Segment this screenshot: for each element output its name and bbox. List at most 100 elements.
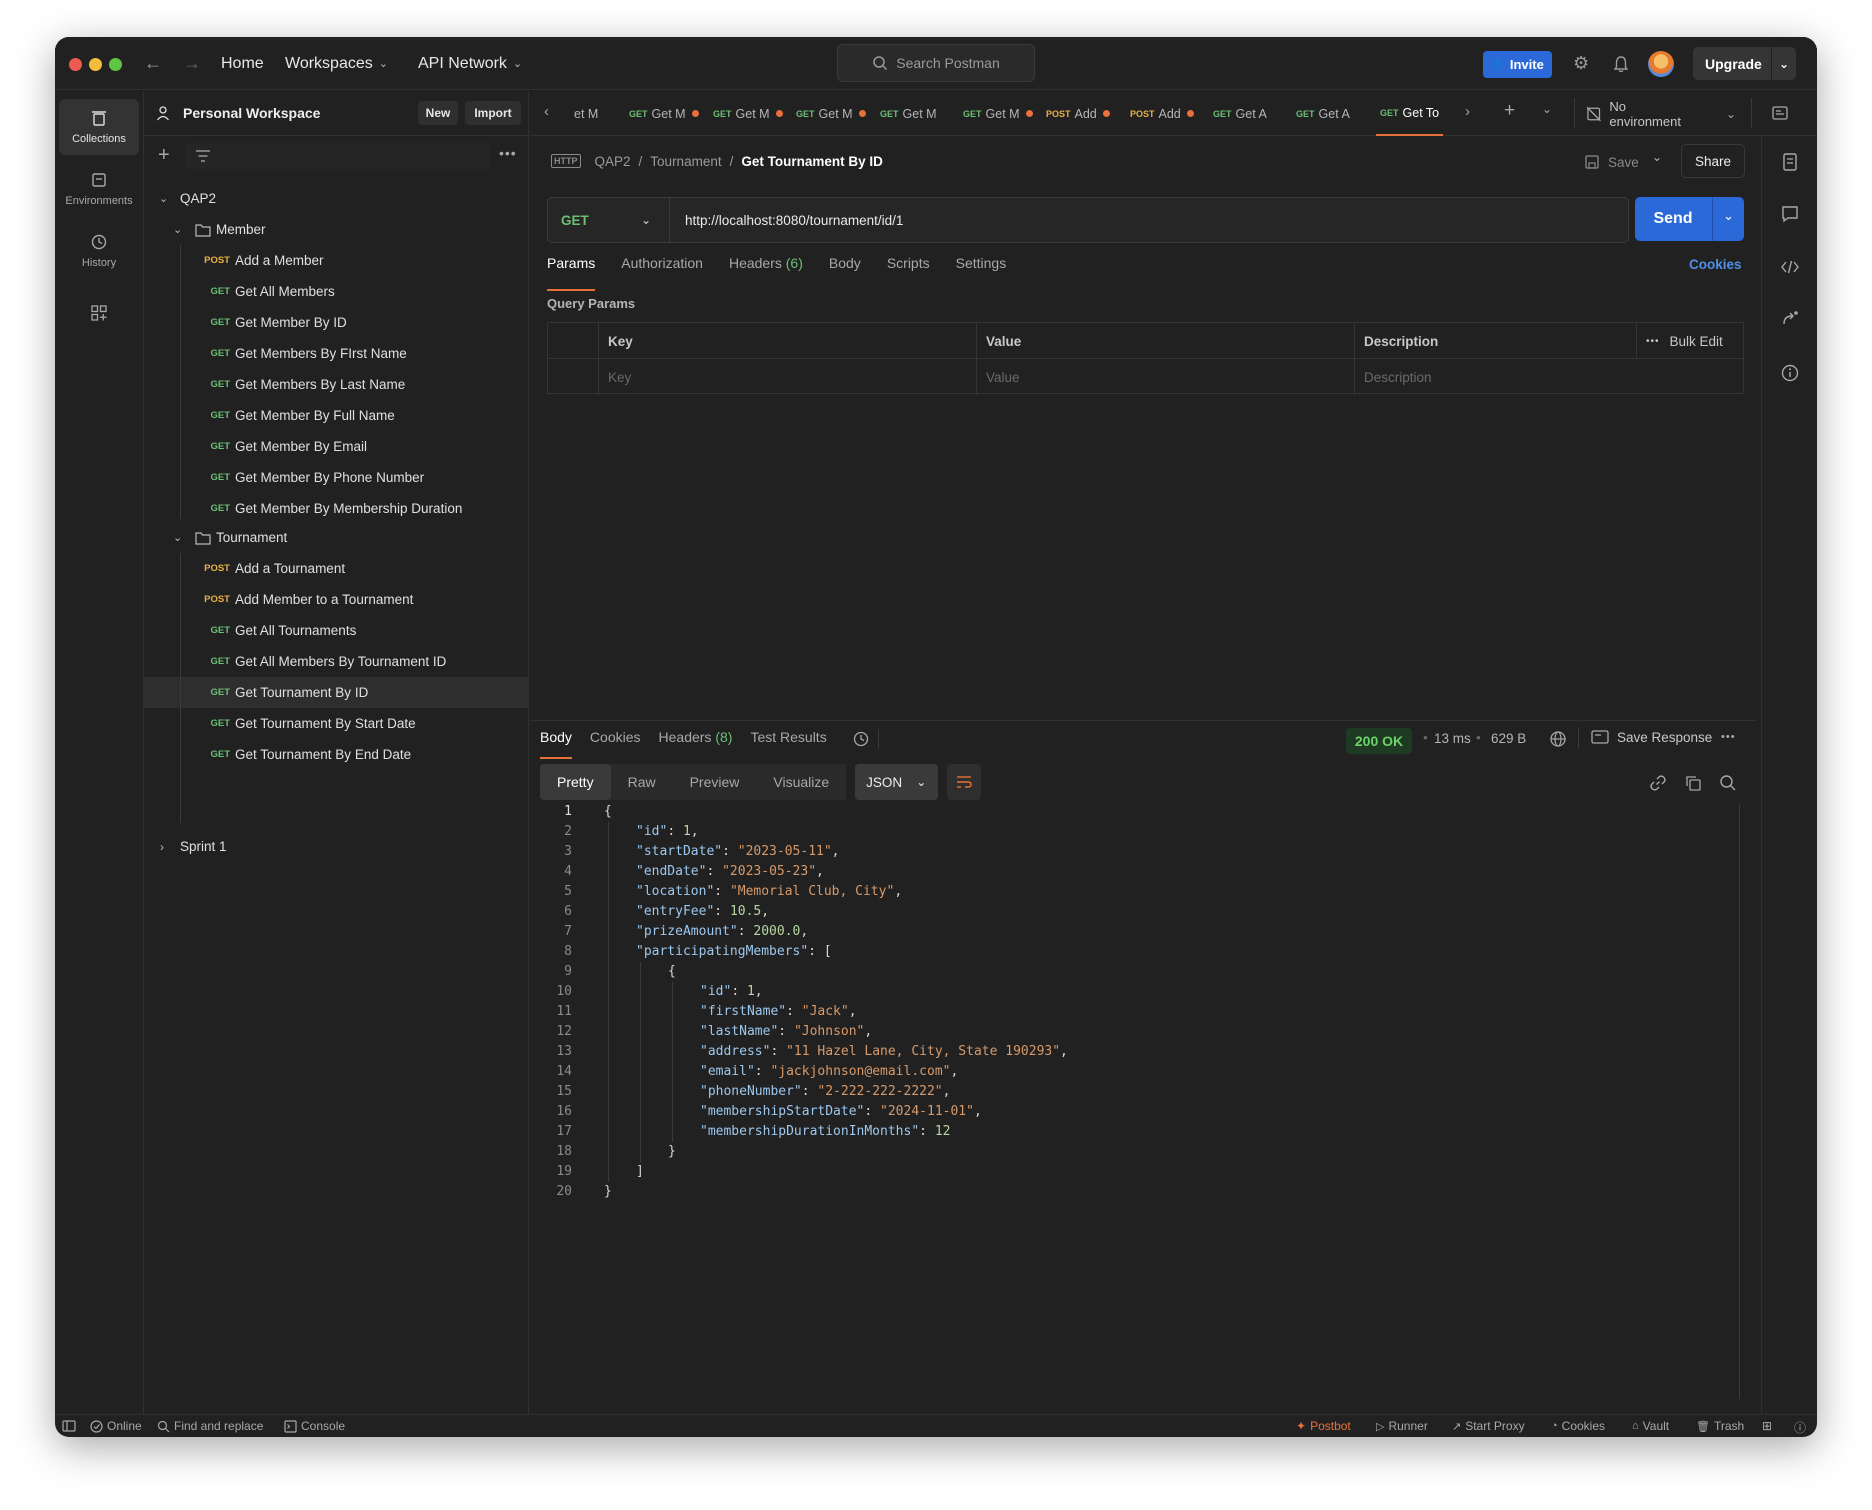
import-button[interactable]: Import	[465, 101, 521, 125]
forward-arrow-icon[interactable]: →	[183, 37, 201, 90]
request-tab[interactable]: GET Get M	[792, 91, 867, 136]
link-icon[interactable]	[1649, 774, 1667, 792]
request-tab[interactable]: POST Add	[1126, 91, 1201, 136]
trash-button[interactable]: 🗑 Trash	[1696, 1419, 1744, 1433]
maximize-window-button[interactable]	[109, 58, 122, 71]
breadcrumb-collection[interactable]: QAP2	[595, 154, 631, 169]
history-clock-icon[interactable]	[852, 730, 870, 748]
minimize-window-button[interactable]	[89, 58, 102, 71]
add-collection-icon[interactable]: +	[158, 144, 170, 167]
view-visualize[interactable]: Visualize	[756, 764, 847, 800]
avatar[interactable]	[1648, 37, 1674, 90]
console-button[interactable]: Console	[284, 1419, 345, 1433]
response-tab-headers[interactable]: Headers (8)	[659, 729, 733, 759]
response-tab-test-results[interactable]: Test Results	[750, 729, 826, 759]
request-item[interactable]: GET Get Members By Last Name	[144, 369, 529, 400]
response-time[interactable]: 13 ms	[1434, 731, 1471, 746]
online-status[interactable]: Online	[90, 1419, 142, 1433]
search-icon[interactable]	[1719, 774, 1737, 792]
request-item[interactable]: GET Get Member By Membership Duration	[144, 493, 529, 524]
search-bar[interactable]: Search Postman	[837, 44, 1035, 82]
request-item[interactable]: GET Get All Tournaments	[144, 615, 529, 646]
close-window-button[interactable]	[69, 58, 82, 71]
postbot-button[interactable]: ✦ Postbot	[1296, 1419, 1351, 1433]
request-item[interactable]: POST Add Member to a Tournament	[144, 584, 529, 615]
folder-member[interactable]: ⌄ Member	[144, 214, 529, 245]
code-snippet-icon[interactable]	[1780, 257, 1800, 277]
tab-headers[interactable]: Headers (6)	[729, 255, 803, 291]
rail-more-apps[interactable]	[59, 285, 139, 341]
find-replace-button[interactable]: Find and replace	[157, 1419, 263, 1433]
new-button[interactable]: New	[418, 101, 458, 125]
chevron-down-icon[interactable]: ⌄	[1542, 102, 1552, 116]
view-raw[interactable]: Raw	[610, 764, 673, 800]
request-item[interactable]: GET Get Tournament By ID	[144, 677, 529, 708]
view-pretty[interactable]: Pretty	[540, 764, 611, 800]
request-item[interactable]: GET Get Member By ID	[144, 307, 529, 338]
api-network-menu[interactable]: API Network ⌄	[418, 37, 522, 90]
key-input[interactable]: Key	[598, 359, 976, 395]
wrap-lines-button[interactable]	[947, 764, 982, 800]
bulk-edit-button[interactable]: ••• Bulk Edit	[1636, 323, 1744, 359]
response-body-code[interactable]: 1{2 "id": 1, 3 "startDate": "2023-05-11", 4 "…	[540, 802, 1735, 1202]
copy-icon[interactable]	[1684, 774, 1702, 792]
vault-button[interactable]: ⌂ Vault	[1632, 1419, 1669, 1433]
environment-selector[interactable]: No environment ⌄	[1586, 91, 1736, 136]
response-tab-body[interactable]: Body	[540, 729, 572, 759]
method-select[interactable]: GET ⌄	[548, 198, 670, 242]
collection-sprint-1[interactable]: › Sprint 1	[144, 831, 529, 862]
environment-quick-look-icon[interactable]	[1771, 104, 1789, 122]
request-tab[interactable]: GET Get M	[625, 91, 700, 136]
status-badge[interactable]: 200 OK	[1346, 728, 1412, 754]
request-item[interactable]: GET Get All Members	[144, 276, 529, 307]
view-preview[interactable]: Preview	[672, 764, 757, 800]
request-item[interactable]: GET Get Tournament By End Date	[144, 739, 529, 770]
notifications-bell-icon[interactable]	[1613, 37, 1629, 90]
request-item[interactable]: POST Add a Member	[144, 245, 529, 276]
request-tab[interactable]: GET Get M	[959, 91, 1034, 136]
request-tab[interactable]: GET Get A	[1209, 91, 1284, 136]
layout-grid-icon[interactable]: ⊞	[1762, 1419, 1772, 1433]
cookies-button[interactable]: ◔ Cookies	[1551, 1419, 1605, 1433]
documentation-icon[interactable]	[1780, 152, 1800, 172]
response-size[interactable]: 629 B	[1491, 731, 1526, 746]
filter-input[interactable]	[185, 143, 490, 169]
more-options-icon[interactable]: •••	[499, 145, 517, 161]
upgrade-button[interactable]: Upgrade ⌄	[1693, 47, 1796, 80]
request-item[interactable]: GET Get Member By Phone Number	[144, 462, 529, 493]
request-item[interactable]: GET Get Member By Full Name	[144, 400, 529, 431]
folder-tournament[interactable]: ⌄ Tournament	[144, 522, 529, 553]
start-proxy-button[interactable]: ↗ Start Proxy	[1452, 1419, 1525, 1433]
request-tab[interactable]: GET Get M	[876, 91, 951, 136]
request-item[interactable]: GET Get Members By FIrst Name	[144, 338, 529, 369]
tab-body[interactable]: Body	[829, 255, 861, 291]
new-tab-plus-icon[interactable]: +	[1504, 100, 1515, 122]
request-item[interactable]: GET Get Member By Email	[144, 431, 529, 462]
format-select[interactable]: JSON ⌄	[855, 764, 939, 800]
back-arrow-icon[interactable]: ←	[144, 37, 162, 90]
tab-settings[interactable]: Settings	[956, 255, 1007, 291]
comments-icon[interactable]	[1780, 204, 1800, 224]
breadcrumb-request[interactable]: Get Tournament By ID	[741, 154, 883, 169]
value-input[interactable]: Value	[976, 359, 1354, 395]
cookies-link[interactable]: Cookies	[1689, 257, 1742, 272]
request-item[interactable]: GET Get All Members By Tournament ID	[144, 646, 529, 677]
help-icon[interactable]: ⓘ	[1794, 1419, 1806, 1436]
more-options-icon[interactable]: •••	[1721, 731, 1736, 743]
chevron-right-icon[interactable]: ›	[1465, 103, 1470, 120]
tab-scripts[interactable]: Scripts	[887, 255, 930, 291]
save-button[interactable]: Save	[1584, 147, 1639, 177]
save-response-button[interactable]: Save Response	[1591, 729, 1712, 745]
request-tab[interactable]: et M	[570, 91, 610, 136]
request-tab[interactable]: GET Get M	[709, 91, 784, 136]
rail-history[interactable]: History	[59, 223, 139, 279]
related-collections-icon[interactable]	[1780, 310, 1800, 330]
settings-gear-icon[interactable]: ⚙	[1573, 37, 1589, 90]
globe-icon[interactable]	[1549, 730, 1567, 748]
tab-authorization[interactable]: Authorization	[621, 255, 703, 291]
description-input[interactable]: Description	[1354, 359, 1744, 395]
collection-qap2[interactable]: ⌄ QAP2	[144, 183, 529, 214]
request-tab[interactable]: GET Get To	[1376, 91, 1443, 136]
chevron-down-icon[interactable]: ⌄	[1652, 150, 1662, 164]
url-input[interactable]: http://localhost:8080/tournament/id/1	[670, 213, 903, 228]
